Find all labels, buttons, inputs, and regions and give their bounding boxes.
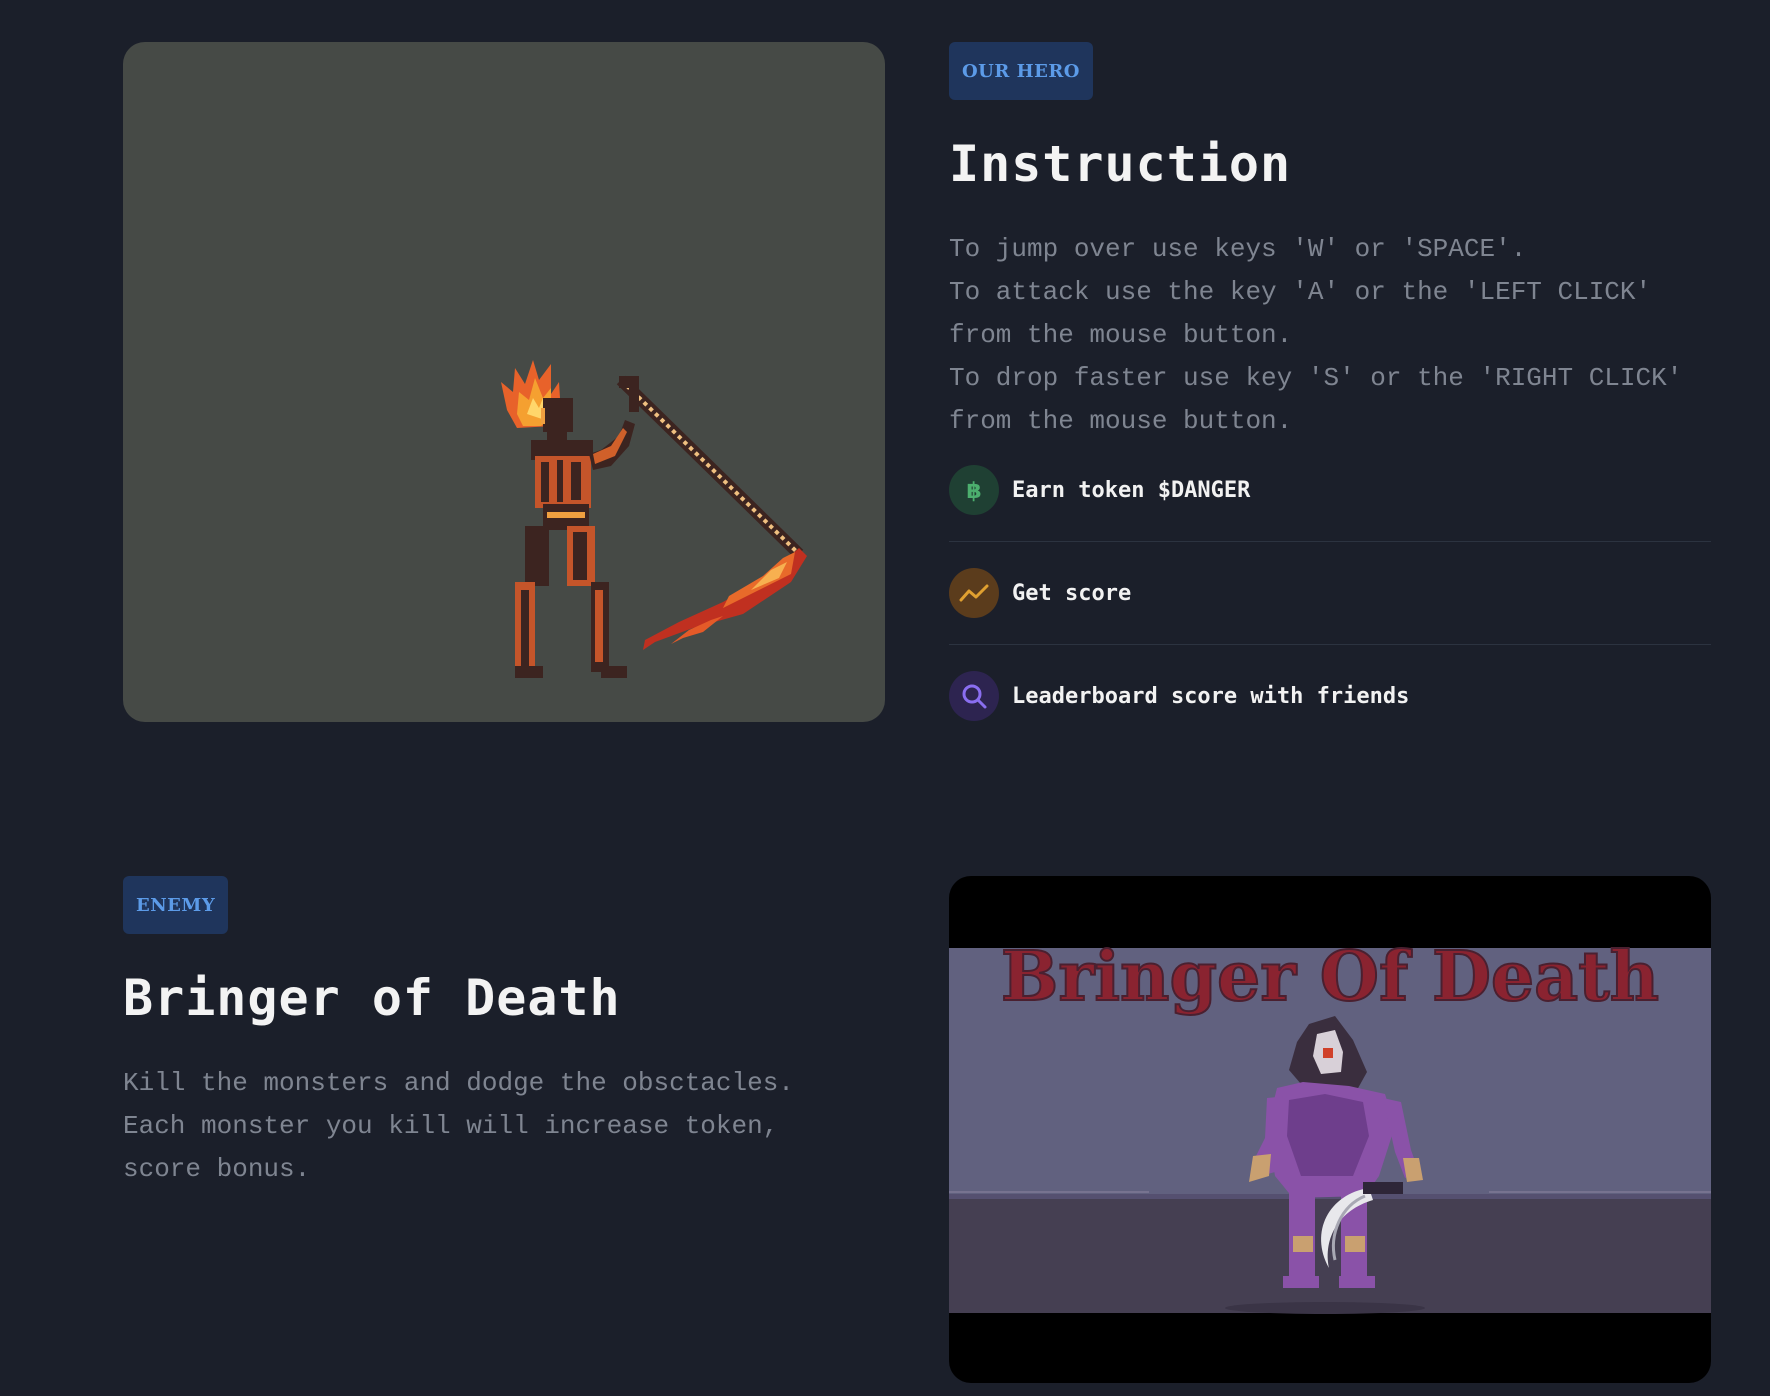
feature-leaderboard: Leaderboard score with friends [949, 645, 1711, 747]
feature-list: ฿ Earn token $DANGER Get score Leaderboa… [949, 465, 1711, 747]
reaper-enemy-sprite: Bringer Of Death [949, 936, 1711, 1314]
fire-skeleton-hero-sprite [501, 360, 807, 678]
page: OUR HERO Instruction To jump over use ke… [0, 0, 1770, 1396]
feature-get-score: Get score [949, 542, 1711, 645]
hero-tag: OUR HERO [949, 42, 1093, 100]
hero-title: Instruction [949, 135, 1292, 193]
search-icon [949, 671, 999, 721]
enemy-tag: ENEMY [123, 876, 229, 934]
enemy-image: Bringer Of Death [949, 876, 1711, 1383]
enemy-text-block: ENEMY Bringer of Death Kill the monsters… [123, 876, 885, 1191]
hero-image [123, 42, 885, 722]
hero-description: To jump over use keys 'W' or 'SPACE'. To… [949, 234, 1683, 436]
bitcoin-icon: ฿ [949, 465, 999, 515]
hero-text-block: OUR HERO Instruction To jump over use ke… [949, 42, 1711, 747]
feature-earn-token: ฿ Earn token $DANGER [949, 465, 1711, 542]
feature-label: Get score [1012, 580, 1132, 606]
enemy-title: Bringer of Death [123, 969, 621, 1027]
trend-chart-icon [949, 568, 999, 618]
enemy-banner-title: Bringer Of Death [1001, 937, 1659, 1017]
enemy-description: Kill the monsters and dodge the obsctacl… [123, 1068, 794, 1184]
feature-label: Leaderboard score with friends [1012, 683, 1410, 709]
feature-label: Earn token $DANGER [1012, 477, 1251, 503]
svg-text:฿: ฿ [966, 479, 981, 503]
